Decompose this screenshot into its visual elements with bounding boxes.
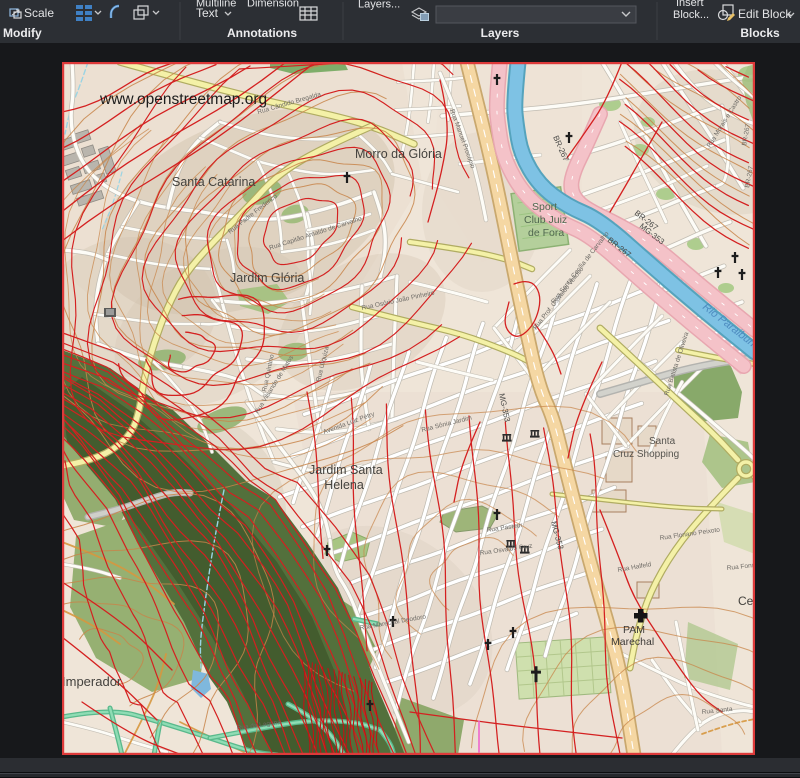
svg-text:Blocks: Blocks [740, 26, 780, 40]
svg-text:www.openstreetmap.org: www.openstreetmap.org [99, 91, 267, 108]
svg-text:Jardim Santa: Jardim Santa [309, 463, 383, 477]
svg-text:Cruz Shopping: Cruz Shopping [613, 449, 679, 460]
svg-text:Modify: Modify [3, 26, 42, 40]
svg-text:Layers: Layers [481, 26, 520, 40]
svg-text:PAM: PAM [623, 624, 645, 636]
svg-text:Santa: Santa [649, 436, 676, 447]
svg-text:Annotations: Annotations [227, 26, 297, 40]
svg-text:Helena: Helena [324, 478, 364, 492]
svg-text:Marechal: Marechal [611, 636, 654, 648]
svg-text:Jardim Glória: Jardim Glória [230, 271, 304, 285]
svg-text:Dimension: Dimension [247, 0, 299, 10]
svg-text:Layers...: Layers... [358, 0, 400, 11]
svg-text:Sport: Sport [532, 201, 557, 213]
svg-text:Morro da Glória: Morro da Glória [355, 147, 442, 161]
svg-text:Santa Catarina: Santa Catarina [172, 175, 255, 189]
svg-text:Insert: Insert [676, 0, 704, 9]
svg-text:Imperador: Imperador [62, 674, 122, 689]
svg-text:Edit Block: Edit Block [738, 7, 792, 21]
svg-text:Block...: Block... [673, 9, 709, 21]
svg-text:Club Juiz: Club Juiz [524, 214, 567, 226]
svg-text:Text: Text [196, 6, 219, 20]
svg-text:de Fora: de Fora [528, 227, 564, 239]
svg-text:Centro: Centro [738, 594, 755, 608]
svg-text:Scale: Scale [24, 6, 54, 20]
